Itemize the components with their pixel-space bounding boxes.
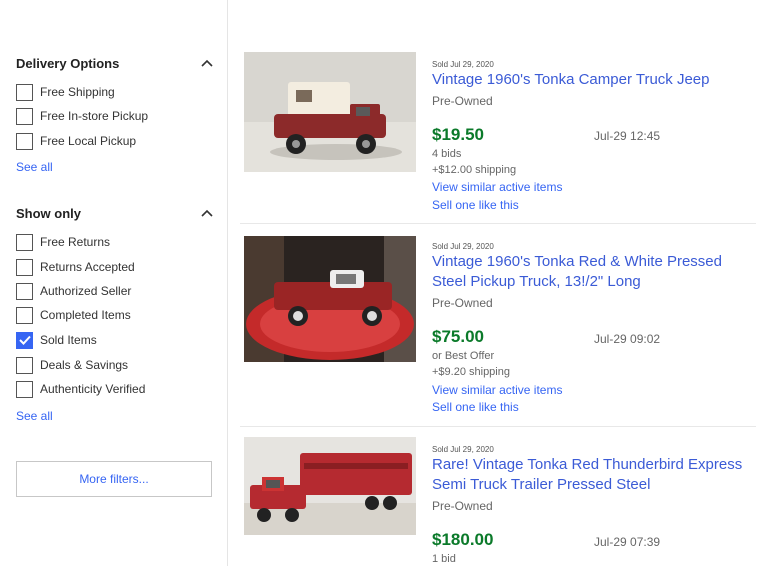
filter-deals-savings[interactable]: Deals & Savings	[16, 355, 128, 375]
filter-free-returns[interactable]: Free Returns	[16, 232, 110, 252]
filter-label: Authorized Seller	[40, 284, 132, 298]
listing-title-link[interactable]: Vintage 1960's Tonka Red & White Pressed…	[432, 252, 748, 292]
listing-end-time: Jul-29 07:39	[594, 535, 661, 549]
filter-label: Deals & Savings	[40, 358, 129, 372]
sold-date: Sold Jul 29, 2020	[432, 242, 494, 251]
checkbox[interactable]	[16, 380, 33, 398]
checkbox[interactable]	[16, 132, 33, 150]
listing-title-link[interactable]: Rare! Vintage Tonka Red Thunderbird Expr…	[432, 455, 748, 495]
listing-price: $75.00	[432, 327, 484, 346]
view-similar-link[interactable]: View similar active items	[432, 383, 562, 397]
listing-best-offer: or Best Offer	[432, 350, 495, 362]
show-only-header[interactable]: Show only	[16, 203, 214, 223]
listing-shipping: +$9.20 shipping	[432, 366, 510, 378]
chevron-up-icon[interactable]	[200, 206, 214, 220]
listing-image[interactable]	[244, 236, 416, 362]
filter-sold-items[interactable]: Sold Items	[16, 330, 97, 350]
filter-label: Free Shipping	[40, 85, 115, 99]
checkmark-icon	[18, 335, 31, 345]
show-only-see-all-link[interactable]: See all	[16, 409, 53, 423]
filter-authenticity-verified[interactable]: Authenticity Verified	[16, 379, 145, 399]
filter-label: Completed Items	[40, 308, 131, 322]
listing-shipping: +$12.00 shipping	[432, 164, 517, 176]
listing-item: Sold Jul 29, 2020 Vintage 1960's Tonka C…	[240, 52, 756, 224]
listing-item: Sold Jul 29, 2020 Vintage 1960's Tonka R…	[240, 234, 756, 427]
filter-sidebar: Delivery Options Free Shipping Free In-s…	[0, 0, 228, 566]
checkbox[interactable]	[16, 306, 33, 324]
sold-date: Sold Jul 29, 2020	[432, 60, 494, 69]
listing-price: $19.50	[432, 125, 484, 144]
listing-condition: Pre-Owned	[432, 94, 493, 108]
filter-label: Authenticity Verified	[40, 382, 146, 396]
sold-date: Sold Jul 29, 2020	[432, 445, 494, 454]
filter-authorized-seller[interactable]: Authorized Seller	[16, 281, 131, 301]
listing-image[interactable]	[244, 52, 416, 172]
filter-free-instore-pickup[interactable]: Free In-store Pickup	[16, 106, 148, 126]
checkbox[interactable]	[16, 356, 33, 374]
delivery-options-header[interactable]: Delivery Options	[16, 53, 214, 73]
listing-item: Sold Jul 29, 2020 Rare! Vintage Tonka Re…	[240, 437, 756, 566]
delivery-options-title: Delivery Options	[16, 55, 120, 71]
chevron-up-icon[interactable]	[200, 56, 214, 70]
listing-condition: Pre-Owned	[432, 499, 493, 513]
delivery-see-all-link[interactable]: See all	[16, 160, 53, 174]
filter-free-local-pickup[interactable]: Free Local Pickup	[16, 131, 136, 151]
listing-condition: Pre-Owned	[432, 296, 493, 310]
filter-label: Free In-store Pickup	[40, 109, 149, 123]
filter-free-shipping[interactable]: Free Shipping	[16, 82, 115, 102]
more-filters-button[interactable]: More filters...	[16, 461, 212, 497]
filter-label: Free Returns	[40, 235, 111, 249]
checkbox[interactable]	[16, 282, 33, 300]
listing-price: $180.00	[432, 530, 494, 549]
filter-label: Free Local Pickup	[40, 134, 137, 148]
checkbox[interactable]	[16, 83, 33, 101]
checkbox[interactable]	[16, 258, 33, 276]
listing-bids: 4 bids	[432, 148, 462, 160]
show-only-title: Show only	[16, 205, 81, 221]
listing-bids: 1 bid	[432, 553, 456, 565]
checkbox[interactable]	[16, 107, 33, 125]
listing-image[interactable]	[244, 437, 416, 535]
listing-end-time: Jul-29 12:45	[594, 129, 661, 143]
filter-label: Returns Accepted	[40, 260, 135, 274]
checkbox-checked[interactable]	[16, 331, 33, 349]
sell-one-like-this-link[interactable]: Sell one like this	[432, 400, 519, 414]
sell-one-like-this-link[interactable]: Sell one like this	[432, 198, 519, 212]
filter-completed-items[interactable]: Completed Items	[16, 305, 131, 325]
filter-label: Sold Items	[40, 333, 97, 347]
filter-returns-accepted[interactable]: Returns Accepted	[16, 257, 135, 277]
listing-end-time: Jul-29 09:02	[594, 332, 661, 346]
checkbox[interactable]	[16, 233, 33, 251]
listing-title-link[interactable]: Vintage 1960's Tonka Camper Truck Jeep	[432, 70, 748, 90]
view-similar-link[interactable]: View similar active items	[432, 180, 562, 194]
